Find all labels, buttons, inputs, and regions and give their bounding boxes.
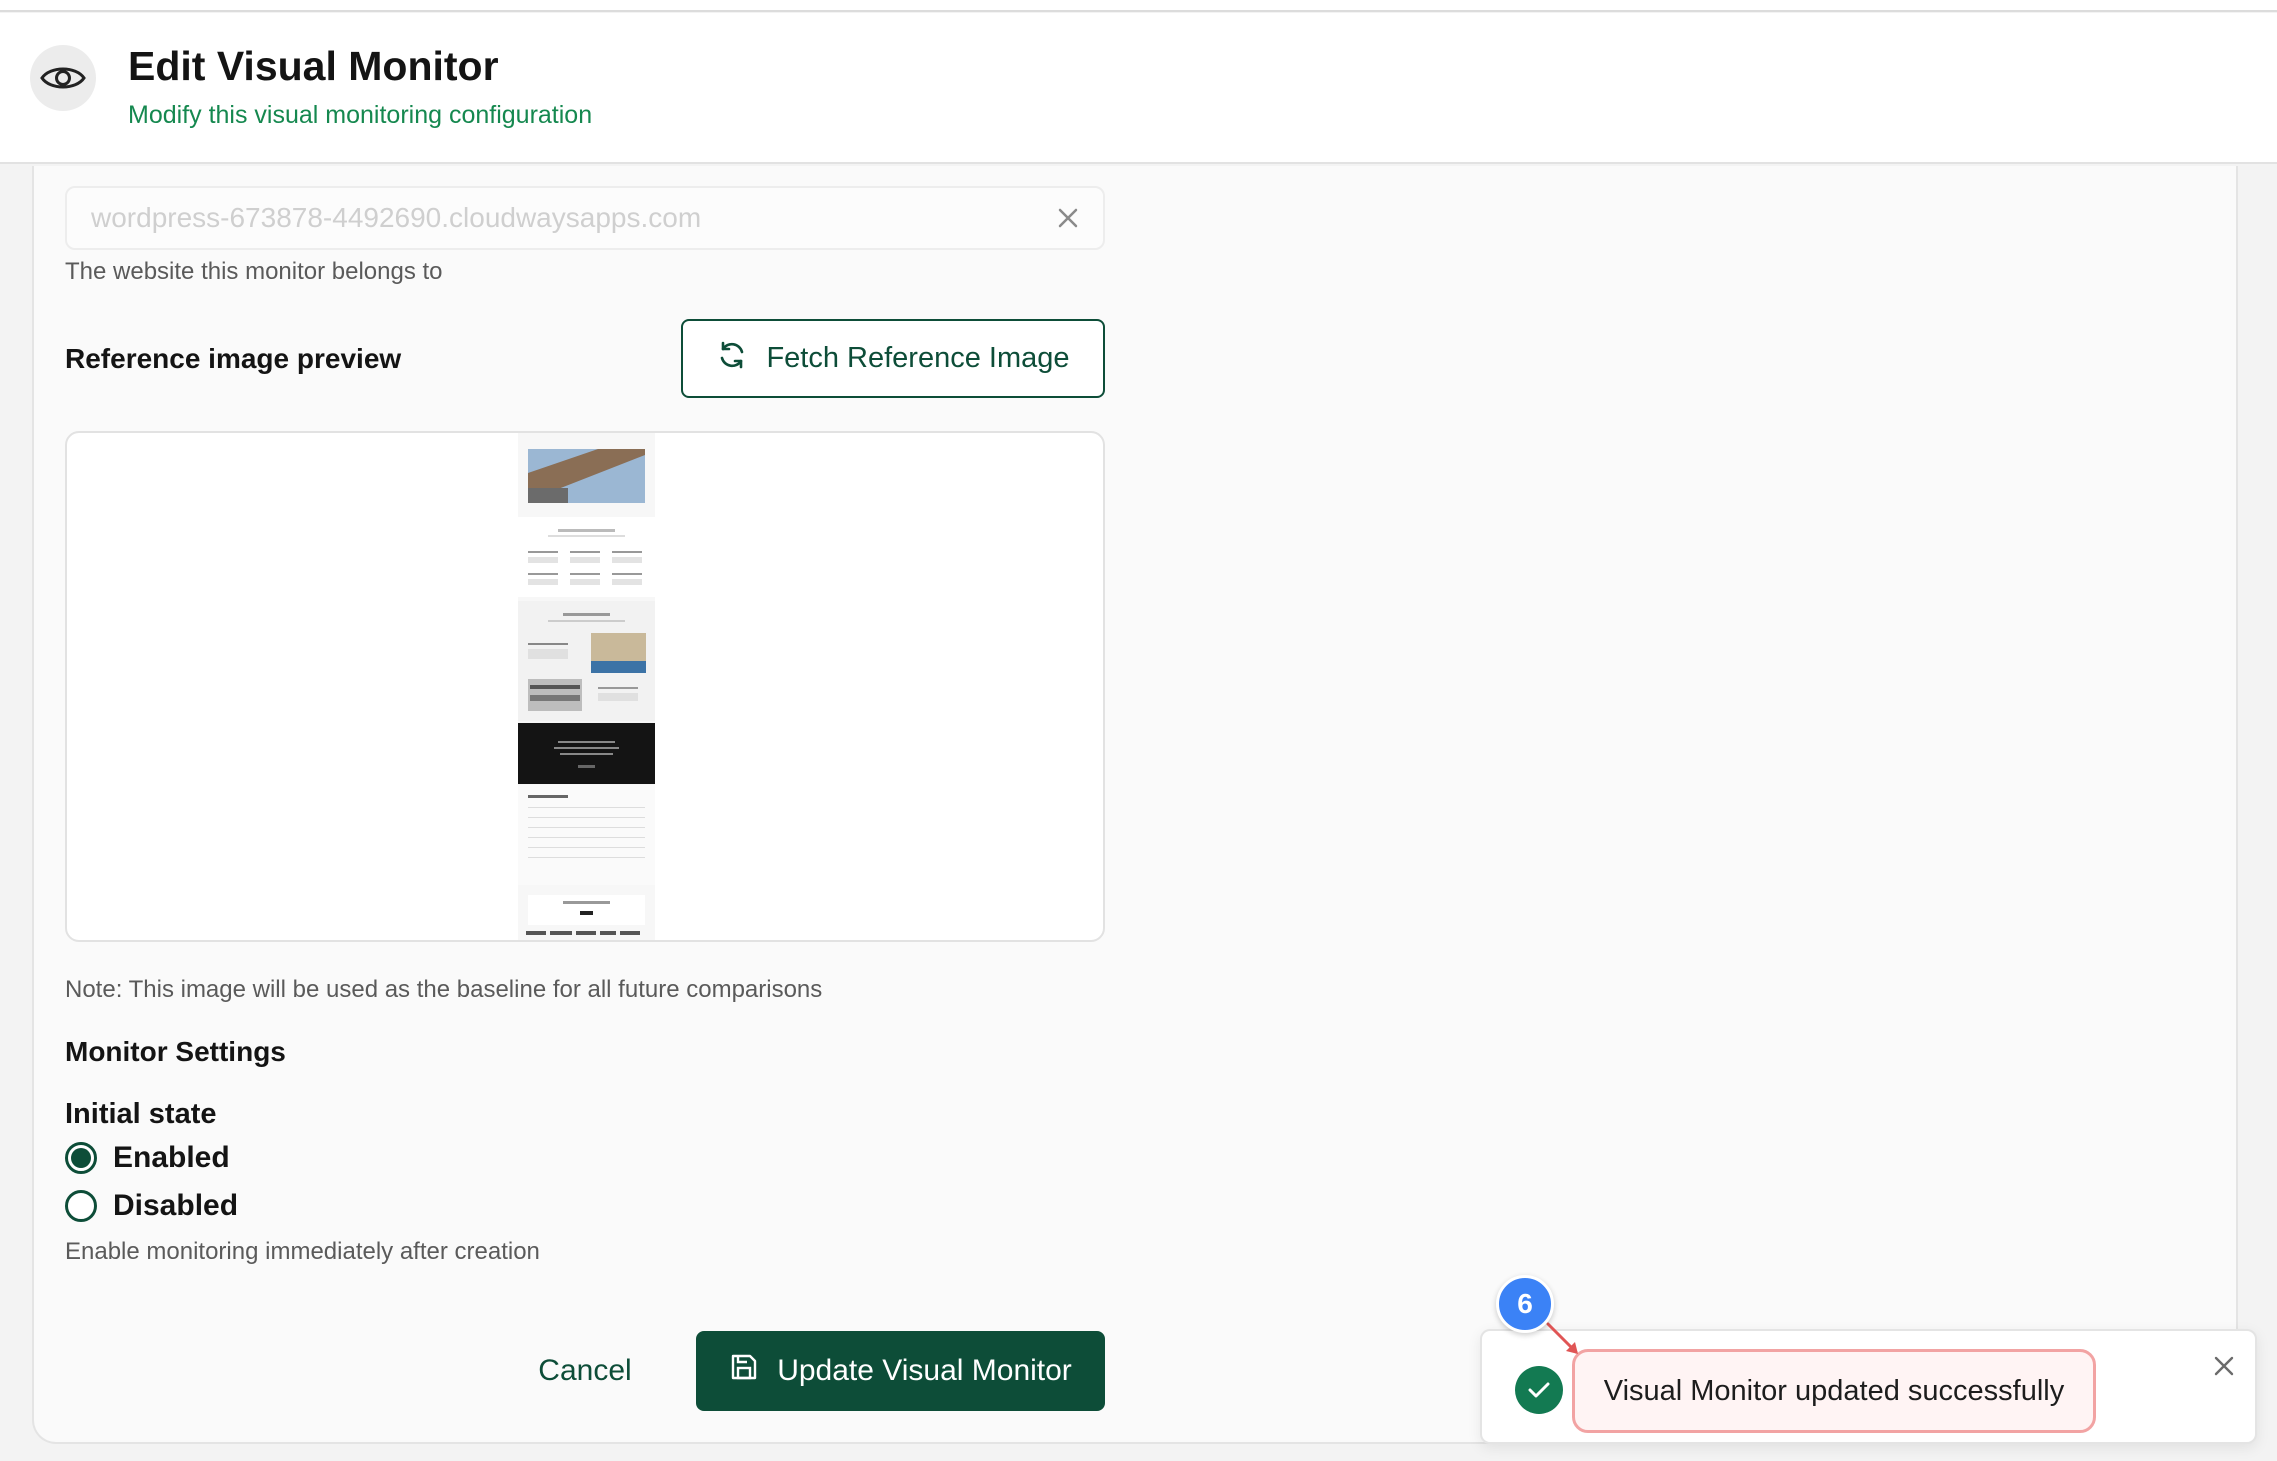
top-border: [0, 0, 2277, 12]
radio-disabled-label: Disabled: [113, 1189, 239, 1222]
fetch-reference-button[interactable]: Fetch Reference Image: [681, 319, 1105, 398]
save-icon: [729, 1352, 759, 1390]
radio-enabled-indicator[interactable]: [65, 1142, 97, 1174]
reference-note: Note: This image will be used as the bas…: [65, 976, 823, 1003]
step-badge: 6: [1496, 1275, 1554, 1333]
website-input-value: wordpress-673878-4492690.cloudwaysapps.c…: [91, 202, 702, 233]
website-helper: The website this monitor belongs to: [65, 258, 443, 285]
settings-title: Monitor Settings: [65, 1036, 286, 1067]
toast-message: Visual Monitor updated successfully: [1572, 1349, 2096, 1433]
radio-disabled-indicator[interactable]: [65, 1190, 97, 1222]
reference-label: Reference image preview: [65, 343, 402, 374]
initial-state-label: Initial state: [65, 1098, 217, 1130]
fetch-reference-label: Fetch Reference Image: [766, 342, 1070, 374]
update-visual-monitor-button[interactable]: Update Visual Monitor: [696, 1331, 1105, 1411]
cancel-button[interactable]: Cancel: [515, 1331, 655, 1411]
radio-disabled[interactable]: Disabled: [65, 1189, 238, 1223]
page-title: Edit Visual Monitor: [128, 43, 499, 89]
annotation-arrow-icon: [1546, 1322, 1586, 1362]
refresh-icon: [716, 339, 748, 379]
initial-state-helper: Enable monitoring immediately after crea…: [65, 1238, 540, 1265]
clear-icon[interactable]: [1052, 202, 1084, 234]
radio-enabled-label: Enabled: [113, 1141, 230, 1174]
reference-thumbnail: [518, 433, 655, 940]
success-toast: Visual Monitor updated successfully: [1480, 1329, 2257, 1444]
website-input[interactable]: wordpress-673878-4492690.cloudwaysapps.c…: [65, 186, 1105, 250]
update-visual-monitor-label: Update Visual Monitor: [777, 1354, 1072, 1387]
check-icon: [1515, 1366, 1563, 1414]
page-header: Edit Visual Monitor Modify this visual m…: [0, 13, 2277, 164]
radio-enabled[interactable]: Enabled: [65, 1141, 230, 1175]
page-subtitle: Modify this visual monitoring configurat…: [128, 101, 593, 129]
close-icon[interactable]: [2209, 1351, 2239, 1381]
reference-image-preview: [65, 431, 1105, 942]
eye-icon: [30, 45, 96, 111]
